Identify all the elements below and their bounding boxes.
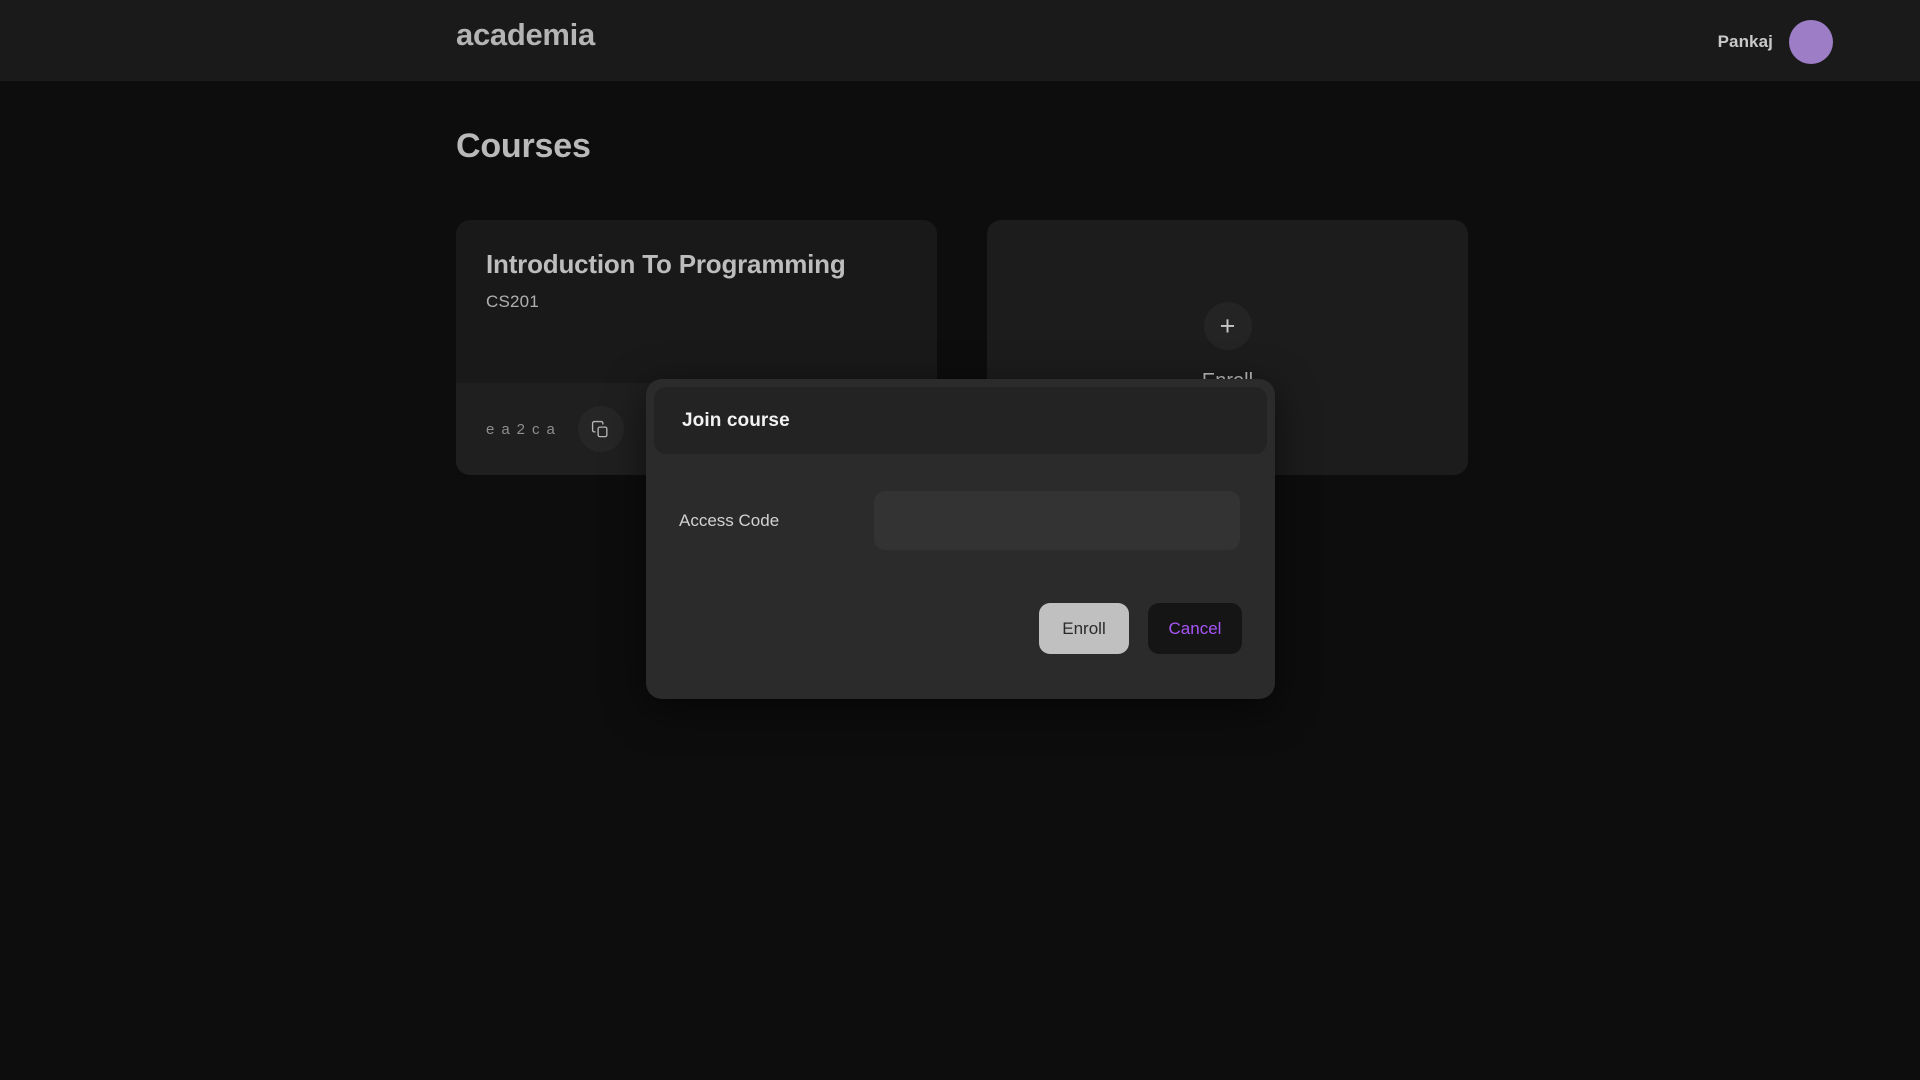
access-code-input[interactable]: [874, 491, 1240, 550]
dialog-title: Join course: [682, 409, 790, 431]
dialog-header: Join course: [654, 387, 1267, 454]
access-code-row: Access Code: [646, 491, 1275, 550]
cancel-button[interactable]: Cancel: [1148, 603, 1242, 654]
course-card-body: Introduction To Programming CS201: [456, 220, 937, 383]
page-title: Courses: [456, 127, 591, 165]
course-title: Introduction To Programming: [486, 249, 846, 279]
copy-icon: [591, 420, 610, 439]
course-access-code: ea2ca: [486, 420, 562, 438]
join-course-dialog: Join course Access Code Enroll Cancel: [646, 379, 1275, 699]
plus-icon: +: [1203, 302, 1252, 350]
brand-logo[interactable]: academia: [456, 17, 595, 53]
avatar[interactable]: [1789, 20, 1833, 64]
user-account-area[interactable]: Pankaj: [1718, 20, 1833, 64]
access-code-label: Access Code: [679, 510, 780, 530]
copy-access-code-button[interactable]: [577, 406, 624, 452]
course-code: CS201: [486, 291, 539, 311]
user-name-label: Pankaj: [1717, 32, 1773, 51]
enroll-button[interactable]: Enroll: [1039, 603, 1129, 654]
top-header-bar: academia Pankaj: [0, 0, 1920, 81]
dialog-actions: Enroll Cancel: [1039, 603, 1242, 654]
